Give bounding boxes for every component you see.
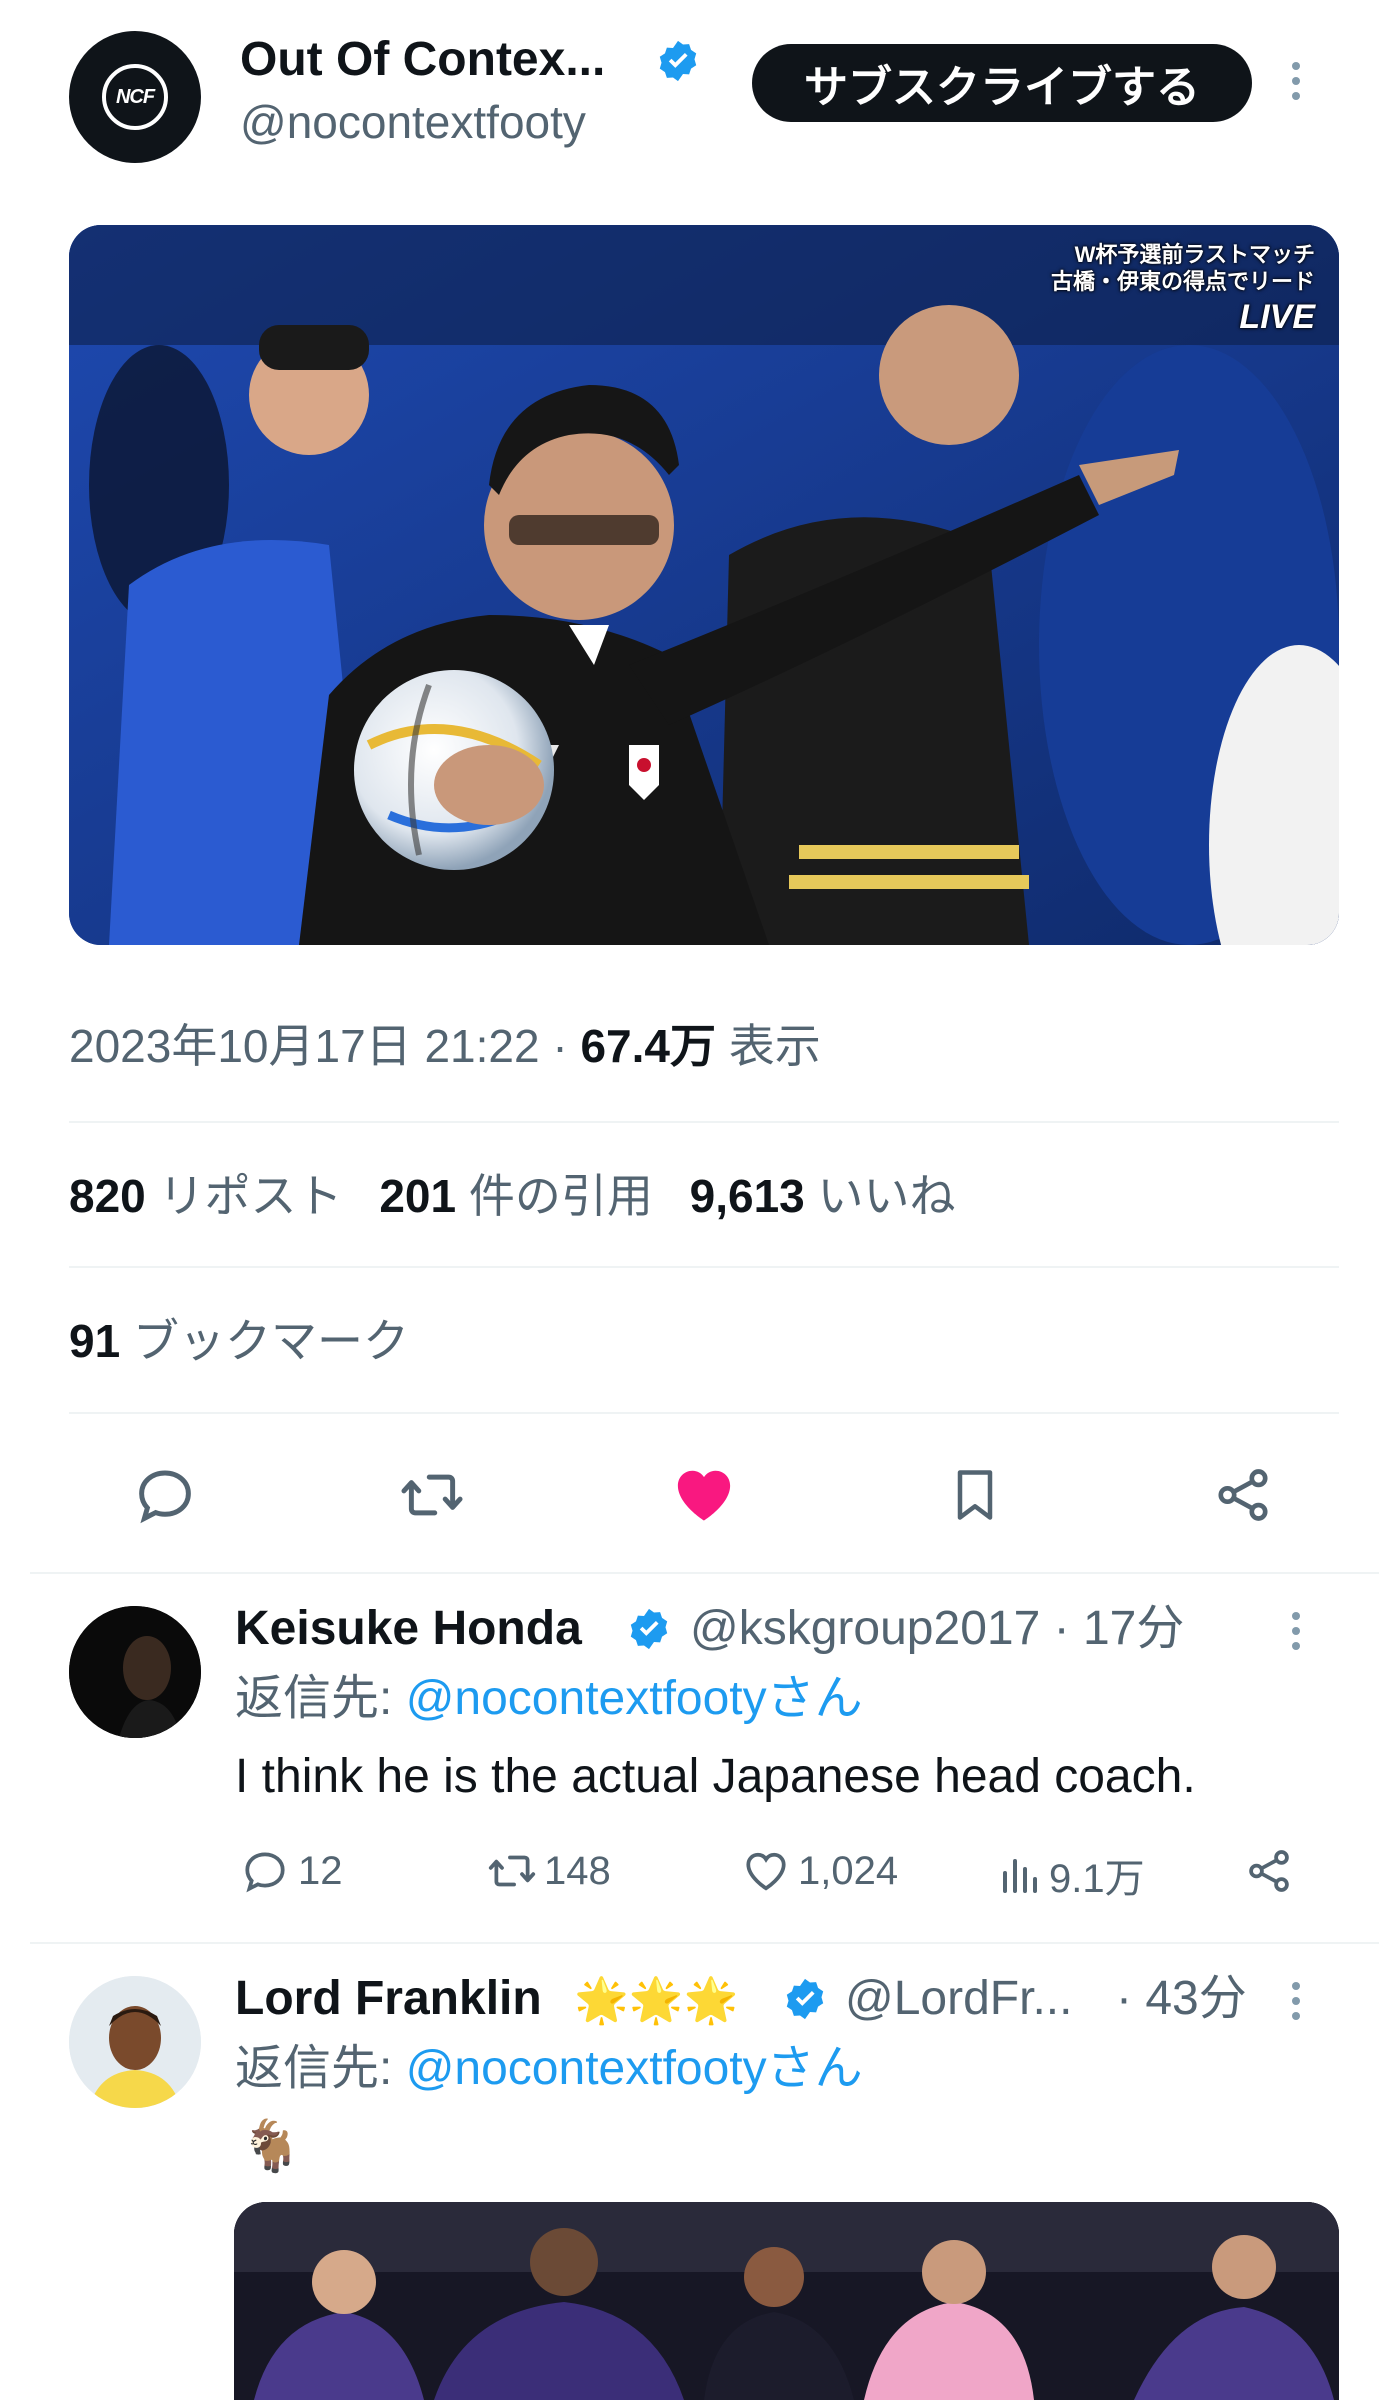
like-count: 1,024 — [798, 1848, 899, 1893]
reply-author-avatar[interactable] — [69, 1606, 201, 1738]
post-meta: 2023年10月17日 21:22 · 67.4万 表示 — [69, 1016, 821, 1076]
views-label: 表示 — [728, 1020, 821, 1072]
logo-text: NCF — [115, 85, 155, 108]
broadcast-caption: W杯予選前ラストマッチ 古橋・伊東の得点でリード LIVE — [1051, 241, 1315, 339]
subscribe-label: サブスクライブする — [804, 63, 1200, 112]
divider — [30, 1942, 1379, 1944]
reply-to-mention[interactable]: @nocontextfootyさん — [406, 2042, 863, 2095]
share-icon[interactable] — [1212, 1462, 1274, 1528]
author-avatar[interactable]: NCF — [69, 31, 201, 163]
reply-to-prefix: 返信先: — [235, 2042, 393, 2095]
reposts-count: 820 — [69, 1170, 146, 1222]
reply-count: 12 — [298, 1848, 343, 1893]
analytics-icon — [1003, 1859, 1037, 1893]
reply-time[interactable]: · 17分 — [1054, 1602, 1185, 1655]
reply-text-goat-emoji: 🐐 — [240, 2118, 303, 2174]
broadcast-caption-line1: W杯予選前ラストマッチ — [1074, 242, 1315, 267]
reply-action-like[interactable]: 1,024 — [740, 1846, 898, 1896]
reply-time[interactable]: · 43分 — [1116, 1968, 1247, 2030]
like-small-icon — [746, 1852, 786, 1891]
reposts-label: リポスト — [158, 1170, 343, 1222]
reply-action-reply[interactable]: 12 — [240, 1846, 343, 1896]
post-media-photo[interactable]: W杯予選前ラストマッチ 古橋・伊東の得点でリード LIVE — [69, 225, 1339, 945]
author-display-name[interactable]: Out Of Contex... — [240, 30, 605, 90]
likes-stat[interactable]: 9,613 いいね — [690, 1170, 956, 1222]
reply-to-line: 返信先: @nocontextfootyさん — [235, 1668, 863, 1730]
reply-author-avatar[interactable] — [69, 1976, 201, 2108]
post-datetime[interactable]: 2023年10月17日 21:22 — [69, 1020, 540, 1072]
bookmark-icon[interactable] — [945, 1462, 1005, 1528]
reply-to-prefix: 返信先: — [235, 1672, 393, 1725]
reply-author-name[interactable]: Keisuke Honda — [235, 1602, 582, 1655]
reply-more-options-icon[interactable] — [1292, 1612, 1300, 1650]
reply-small-icon — [245, 1852, 285, 1893]
like-heart-icon[interactable] — [670, 1462, 738, 1528]
avatar-photo — [69, 1976, 201, 2108]
broadcast-caption-line2: 古橋・伊東の得点でリード — [1050, 269, 1315, 294]
author-handle[interactable]: @nocontextfooty — [240, 94, 586, 150]
reply-media-photo[interactable] — [234, 2202, 1339, 2400]
quotes-label: 件の引用 — [468, 1170, 653, 1222]
divider — [69, 1266, 1339, 1268]
repost-small-icon — [488, 1855, 536, 1887]
ncf-logo: NCF — [102, 64, 168, 130]
reply-text: I think he is the actual Japanese head c… — [235, 1750, 1196, 1803]
likes-label: いいね — [817, 1170, 956, 1222]
likes-count: 9,613 — [689, 1170, 805, 1222]
reply-share-icon[interactable] — [1244, 1846, 1294, 1896]
reply-author-meta: @kskgroup2017 · 17分 — [690, 1598, 1184, 1660]
live-indicator: LIVE — [1239, 298, 1315, 336]
reply-action-repost[interactable]: 148 — [486, 1846, 611, 1896]
reply-action-views[interactable]: 9.1万 — [995, 1846, 1145, 1904]
divider — [69, 1121, 1339, 1123]
verified-badge-icon — [626, 1606, 672, 1652]
reply-author-name[interactable]: Lord Franklin — [235, 1968, 542, 2030]
views-count: 67.4万 — [580, 1020, 716, 1072]
reply-author-badges: 🌟🌟🌟 — [574, 1976, 739, 2025]
bookmarks-label: ブックマーク — [132, 1315, 409, 1367]
reply-author-handle[interactable]: @kskgroup2017 — [690, 1602, 1040, 1655]
repost-count: 148 — [544, 1848, 611, 1893]
reply-author-handle[interactable]: @LordFr... — [845, 1968, 1072, 2030]
quotes-count: 201 — [379, 1170, 457, 1222]
more-options-icon[interactable] — [1292, 62, 1300, 100]
verified-badge-icon — [655, 38, 701, 84]
engagement-stats: 820 リポスト 201 件の引用 9,613 いいね — [69, 1166, 956, 1226]
reply-icon[interactable] — [132, 1462, 198, 1528]
bookmarks-stat[interactable]: 91 ブックマーク — [69, 1311, 409, 1371]
quotes-stat[interactable]: 201 件の引用 — [379, 1170, 665, 1222]
reposts-stat[interactable]: 820 リポスト — [69, 1170, 355, 1222]
reply-to-mention[interactable]: @nocontextfootyさん — [406, 1672, 863, 1725]
meta-separator: · — [552, 1020, 568, 1072]
reply-to-line: 返信先: @nocontextfootyさん — [235, 2038, 863, 2100]
bookmarks-count: 91 — [69, 1315, 121, 1367]
subscribe-button[interactable]: サブスクライブする — [752, 44, 1252, 122]
verified-badge-icon — [782, 1976, 828, 2022]
match-photo-illustration — [234, 2202, 1339, 2400]
reply-header: Keisuke Honda — [235, 1598, 582, 1660]
reply-more-options-icon[interactable] — [1292, 1982, 1300, 2020]
divider — [30, 1572, 1379, 1574]
repost-icon[interactable] — [397, 1462, 467, 1528]
avatar-photo — [69, 1606, 201, 1738]
divider — [69, 1412, 1339, 1414]
views-count-small: 9.1万 — [1049, 1857, 1145, 1901]
